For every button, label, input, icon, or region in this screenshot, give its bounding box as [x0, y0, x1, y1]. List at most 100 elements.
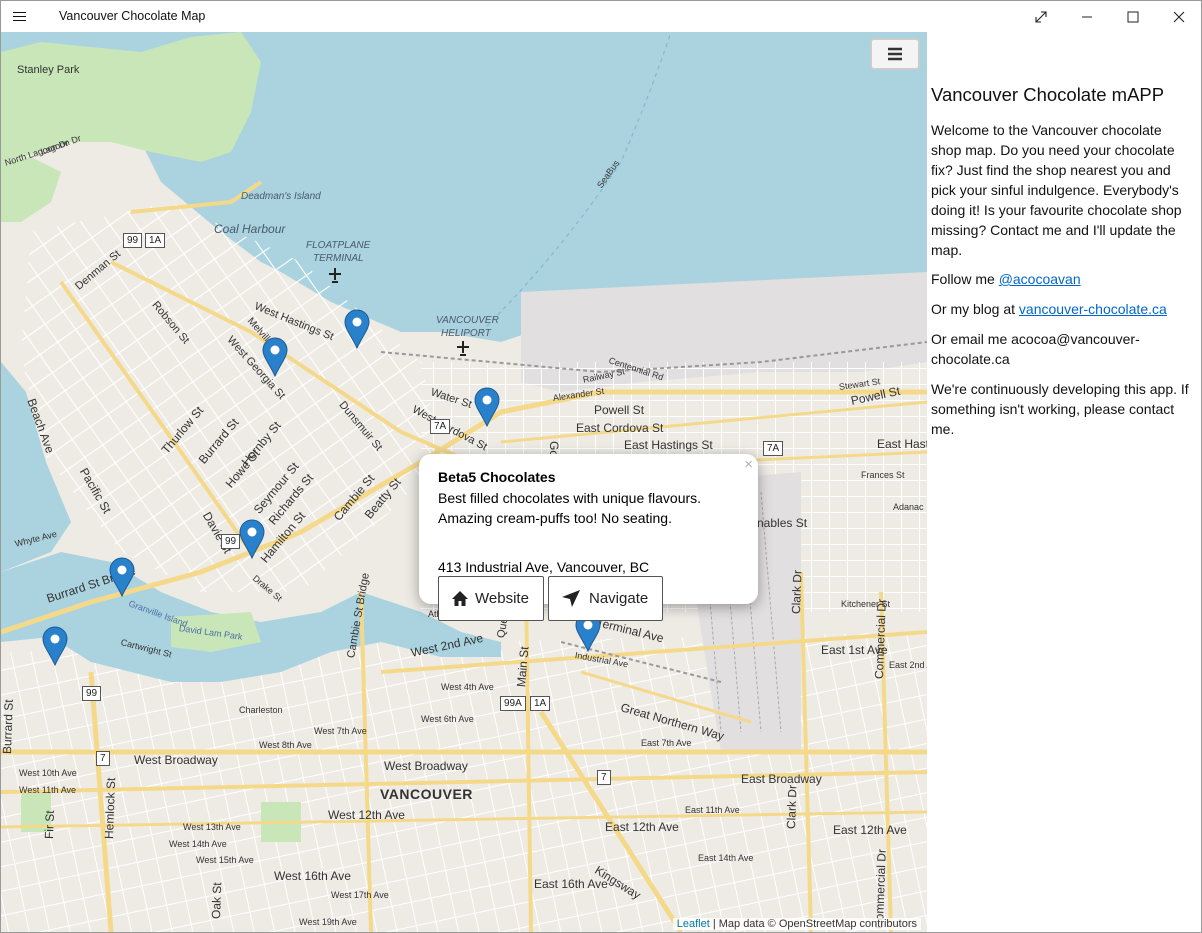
maximize-icon: [1127, 11, 1139, 22]
fullscreen-button[interactable]: [1018, 1, 1064, 32]
route-shield: 7A: [430, 419, 451, 434]
map-label: East 2nd Ave: [889, 660, 927, 670]
maximize-button[interactable]: [1110, 1, 1156, 32]
route-shield: 99: [221, 534, 241, 549]
blog-prefix: Or my blog at: [931, 301, 1019, 317]
popup-close-button[interactable]: ×: [744, 456, 753, 473]
layer-menu-button[interactable]: [870, 38, 920, 70]
hamburger-menu-button[interactable]: [13, 9, 35, 25]
map-label: Charleston: [239, 705, 283, 715]
map-label: nables St: [757, 516, 808, 530]
shop-marker[interactable]: [474, 387, 500, 427]
map-label: West 7th Ave: [314, 726, 367, 736]
shop-marker[interactable]: [109, 557, 135, 597]
leaflet-link[interactable]: Leaflet: [677, 918, 710, 930]
twitter-link[interactable]: @acocoavan: [999, 271, 1081, 287]
menu-line: [13, 12, 26, 13]
map-label: West Broadway: [384, 759, 468, 773]
map-label: Hemlock St: [102, 777, 119, 840]
route-shield: 99: [123, 233, 143, 248]
map-label: West 10th Ave: [19, 768, 77, 778]
map-label: East Hastings St: [624, 438, 713, 452]
map-label: FLOATPLANE: [306, 240, 371, 251]
map-label: West 17th Ave: [331, 890, 389, 900]
map-label: Adanac: [893, 502, 924, 512]
map-label-city: VANCOUVER: [380, 786, 473, 802]
map-attribution: Leaflet | Map data © OpenStreetMap contr…: [672, 918, 921, 930]
shop-marker[interactable]: [239, 519, 265, 559]
home-icon: [452, 590, 468, 606]
minimize-icon: [1082, 16, 1092, 17]
map-label: East 11th Ave: [685, 805, 740, 815]
navigation-arrow-icon: [562, 589, 580, 607]
map-label: Stanley Park: [17, 64, 80, 76]
popup-address: 413 Industrial Ave, Vancouver, BC: [438, 559, 650, 575]
minimize-button[interactable]: [1064, 1, 1110, 32]
follow-prefix: Follow me: [931, 271, 999, 287]
route-shield: 7: [96, 751, 110, 766]
blog-line: Or my blog at vancouver-chocolate.ca: [931, 299, 1193, 319]
map-label: West 15th Ave: [196, 855, 254, 865]
title-bar: Vancouver Chocolate Map: [1, 1, 1201, 32]
map-label: West Broadway: [134, 753, 218, 767]
navigate-label: Navigate: [589, 590, 649, 607]
map-label: Powell St: [594, 403, 645, 417]
map-label: VANCOUVER: [436, 315, 499, 326]
route-shield: 1A: [530, 696, 551, 711]
map-label: East Broadway: [741, 772, 822, 786]
map-label: Commercial Dr: [872, 598, 889, 680]
app-window: Vancouver Chocolate Map Stanley Park Dea…: [0, 0, 1202, 933]
map-view[interactable]: Stanley Park Deadman's Island Coal Harbo…: [1, 32, 927, 932]
map-label: West 4th Ave: [441, 682, 494, 692]
shop-marker[interactable]: [42, 626, 68, 666]
popup-title: Beta5 Chocolates: [438, 469, 556, 485]
map-label: East 16th Ave: [534, 877, 608, 891]
map-label: East 12th Ave: [605, 820, 679, 834]
menu-line: [13, 20, 26, 21]
attribution-text: | Map data © OpenStreetMap contributors: [709, 918, 917, 930]
map-label: West 13th Ave: [183, 822, 241, 832]
map-label: HELIPORT: [441, 328, 491, 339]
map-label: East 12th Ave: [833, 823, 907, 837]
map-label: Frances St: [861, 470, 905, 480]
map-label: Deadman's Island: [241, 191, 321, 202]
follow-line: Follow me @acocoavan: [931, 269, 1193, 289]
map-label: Coal Harbour: [214, 222, 286, 236]
website-label: Website: [475, 590, 529, 607]
shop-marker[interactable]: [344, 309, 370, 349]
map-label: Clark Dr: [784, 784, 800, 830]
dev-note: We're continuously developing this app. …: [931, 381, 1189, 437]
map-label: West 6th Ave: [421, 714, 474, 724]
close-button[interactable]: [1156, 1, 1201, 32]
map-label: West 8th Ave: [259, 740, 312, 750]
map-label: Burrard St: [1, 699, 16, 755]
map-label: West 11th Ave: [19, 785, 77, 795]
route-shield: 7A: [763, 441, 784, 456]
email-text: Or email me acocoa@vancouver-chocolate.c…: [931, 331, 1140, 367]
intro-text: Welcome to the Vancouver chocolate shop …: [931, 122, 1182, 258]
map-label: East 14th Ave: [698, 853, 754, 863]
map-label: East Cordova St: [576, 421, 664, 435]
map-label: Fir St: [42, 810, 57, 840]
blog-link[interactable]: vancouver-chocolate.ca: [1019, 301, 1167, 317]
map-label: Kitchener St: [841, 599, 891, 609]
map-label: Clark Dr: [789, 569, 805, 615]
map-label: TERMINAL: [313, 253, 364, 264]
route-shield: 1A: [145, 233, 166, 248]
info-sidebar: Vancouver Chocolate mAPP Welcome to the …: [928, 32, 1201, 932]
route-shield: 99A: [500, 696, 526, 711]
expand-icon: [1035, 10, 1047, 23]
sidebar-heading: Vancouver Chocolate mAPP: [931, 84, 1165, 105]
shop-marker[interactable]: [262, 337, 288, 377]
map-label: Oak St: [209, 882, 225, 920]
close-icon: [1173, 11, 1185, 22]
menu-icon: [888, 47, 902, 61]
navigate-button[interactable]: Navigate: [548, 576, 663, 621]
map-label: West 19th Ave: [299, 917, 357, 927]
route-shield: 7: [597, 770, 611, 785]
website-button[interactable]: Website: [438, 576, 544, 621]
map-label: East 7th Ave: [641, 738, 692, 748]
route-shield: 99: [82, 686, 102, 701]
map-label: West 16th Ave: [274, 869, 351, 883]
shop-popup: × Beta5 Chocolates Best filled chocolate…: [419, 454, 758, 621]
